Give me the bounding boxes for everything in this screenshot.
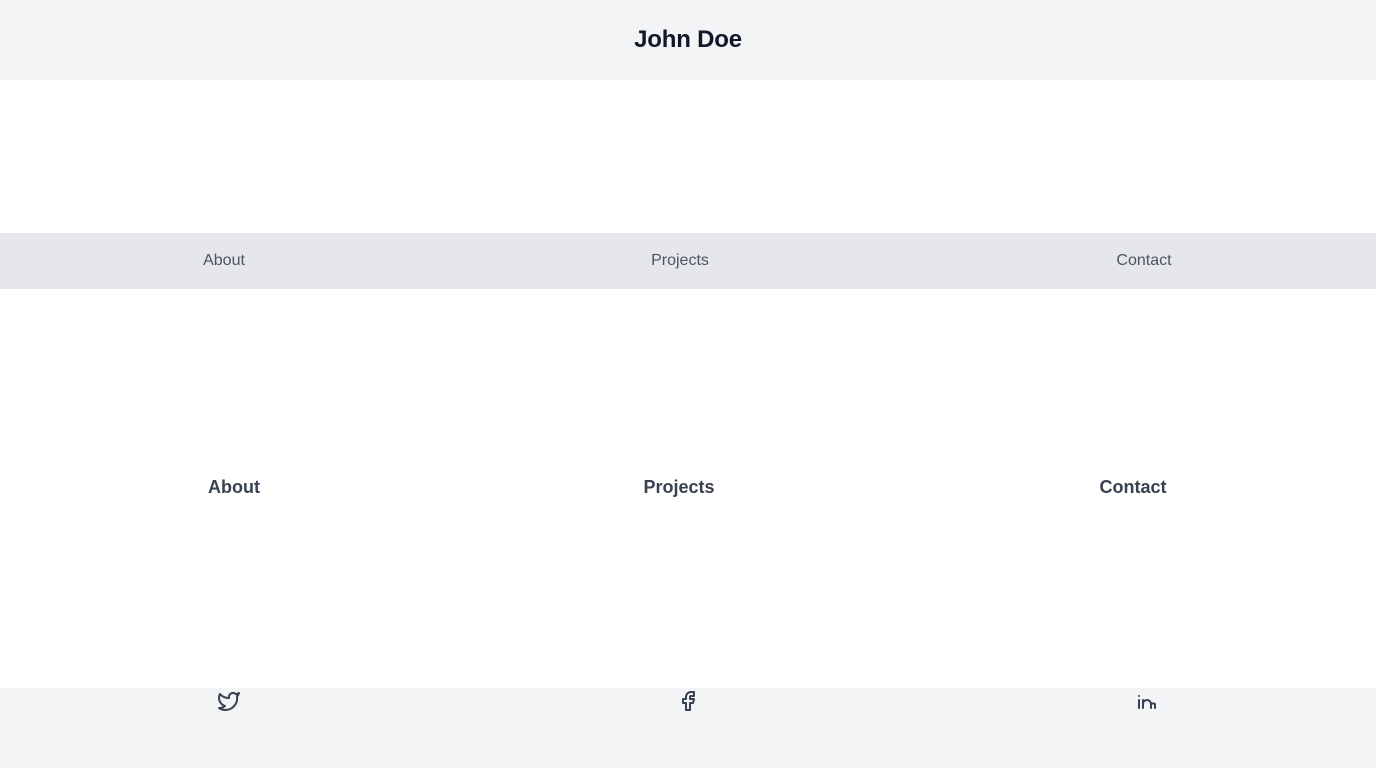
projects-heading: Projects — [643, 477, 715, 497]
twitter-link[interactable] — [216, 688, 242, 714]
linkedin-icon — [1138, 695, 1156, 709]
nav-link-projects[interactable]: Projects — [651, 233, 709, 289]
site-footer — [0, 688, 1376, 768]
facebook-icon — [682, 691, 695, 711]
site-title: John Doe — [634, 26, 742, 53]
nav-link-contact[interactable]: Contact — [1116, 233, 1171, 289]
about-heading: About — [208, 477, 260, 497]
site-header: John Doe — [0, 0, 1376, 80]
facebook-link[interactable] — [675, 688, 701, 714]
nav-link-about[interactable]: About — [203, 233, 245, 289]
contact-heading: Contact — [1099, 477, 1167, 497]
main-nav: About Projects Contact — [0, 233, 1376, 289]
twitter-icon — [218, 692, 240, 711]
linkedin-link[interactable] — [1134, 688, 1160, 714]
